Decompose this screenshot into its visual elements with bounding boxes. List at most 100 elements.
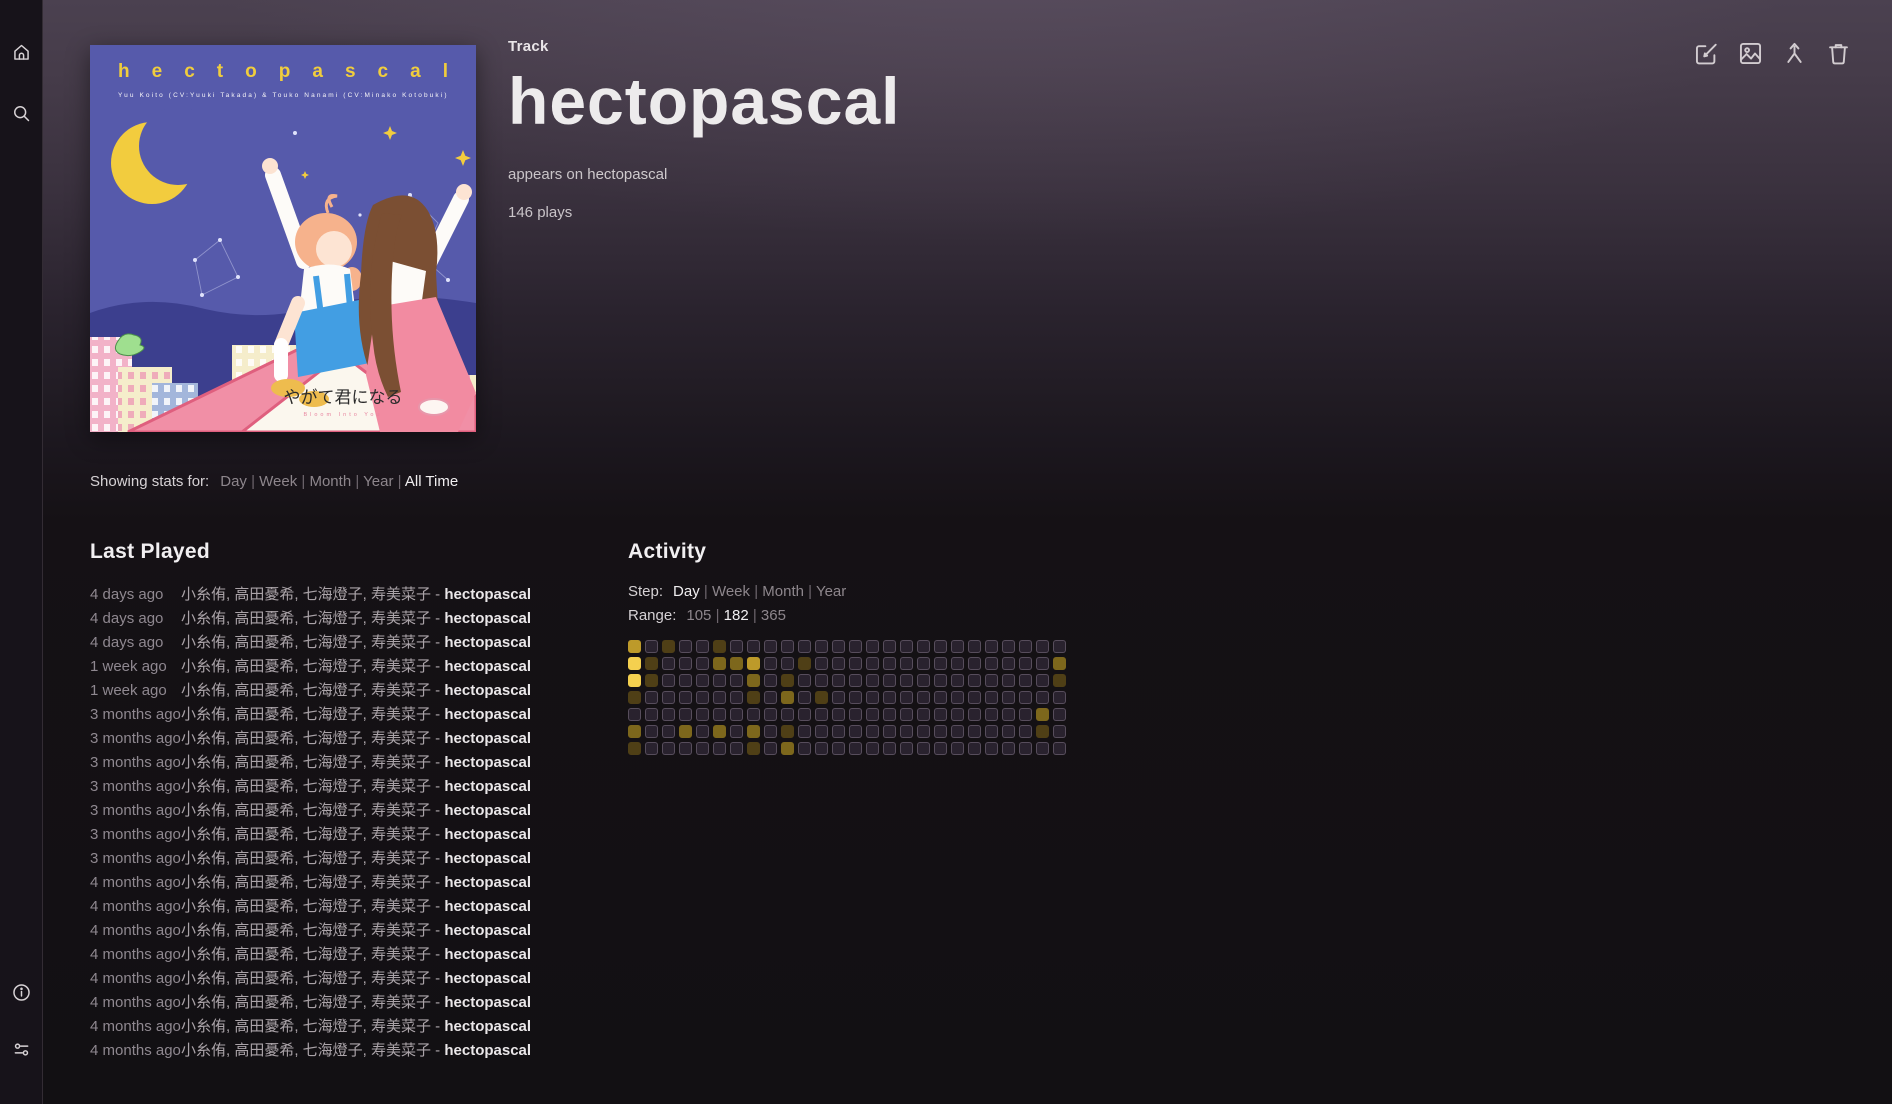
album-artwork[interactable]: やがて君になる Bloom Into You hectopascal Yuu K… [90, 45, 476, 432]
activity-cell[interactable] [1053, 725, 1066, 738]
activity-cell[interactable] [832, 742, 845, 755]
activity-cell[interactable] [747, 640, 760, 653]
scrobble-artists[interactable]: 小糸侑, 高田憂希, 七海燈子, 寿美菜子 [181, 586, 431, 603]
scrobble-track[interactable]: hectopascal [444, 1018, 531, 1035]
scrobble-track[interactable]: hectopascal [444, 706, 531, 723]
scrobble-artists[interactable]: 小糸侑, 高田憂希, 七海燈子, 寿美菜子 [181, 826, 431, 843]
scrobble-artists[interactable]: 小糸侑, 高田憂希, 七海燈子, 寿美菜子 [181, 682, 431, 699]
activity-cell[interactable] [968, 674, 981, 687]
activity-cell[interactable] [662, 708, 675, 721]
activity-cell[interactable] [883, 640, 896, 653]
activity-cell[interactable] [968, 708, 981, 721]
activity-cell[interactable] [628, 674, 641, 687]
activity-cell[interactable] [730, 674, 743, 687]
activity-cell[interactable] [696, 657, 709, 670]
scrobble-track[interactable]: hectopascal [444, 802, 531, 819]
activity-cell[interactable] [679, 742, 692, 755]
activity-cell[interactable] [679, 691, 692, 704]
activity-cell[interactable] [798, 657, 811, 670]
activity-cell[interactable] [1036, 691, 1049, 704]
activity-cell[interactable] [934, 691, 947, 704]
activity-cell[interactable] [1053, 657, 1066, 670]
activity-cell[interactable] [713, 742, 726, 755]
step-option-year[interactable]: Year [816, 583, 846, 600]
activity-cell[interactable] [900, 674, 913, 687]
activity-cell[interactable] [883, 657, 896, 670]
activity-cell[interactable] [798, 691, 811, 704]
activity-cell[interactable] [1002, 725, 1015, 738]
activity-cell[interactable] [883, 674, 896, 687]
info-icon[interactable] [11, 982, 32, 1003]
activity-cell[interactable] [662, 742, 675, 755]
image-icon[interactable] [1737, 40, 1764, 67]
activity-cell[interactable] [1002, 742, 1015, 755]
scrobble-artists[interactable]: 小糸侑, 高田憂希, 七海燈子, 寿美菜子 [181, 1042, 431, 1059]
scrobble-track[interactable]: hectopascal [444, 874, 531, 891]
activity-cell[interactable] [1019, 742, 1032, 755]
activity-cell[interactable] [798, 742, 811, 755]
activity-cell[interactable] [951, 708, 964, 721]
activity-cell[interactable] [747, 725, 760, 738]
activity-cell[interactable] [934, 674, 947, 687]
activity-cell[interactable] [934, 742, 947, 755]
album-link[interactable]: hectopascal [587, 166, 667, 183]
scrobble-track[interactable]: hectopascal [444, 754, 531, 771]
activity-cell[interactable] [900, 725, 913, 738]
edit-icon[interactable] [1693, 40, 1720, 67]
activity-cell[interactable] [747, 657, 760, 670]
activity-cell[interactable] [951, 640, 964, 653]
activity-cell[interactable] [917, 640, 930, 653]
scrobble-track[interactable]: hectopascal [444, 850, 531, 867]
activity-cell[interactable] [917, 674, 930, 687]
activity-cell[interactable] [883, 725, 896, 738]
scrobble-artists[interactable]: 小糸侑, 高田憂希, 七海燈子, 寿美菜子 [181, 802, 431, 819]
scrobble-track[interactable]: hectopascal [444, 778, 531, 795]
scrobble-artists[interactable]: 小糸侑, 高田憂希, 七海燈子, 寿美菜子 [181, 634, 431, 651]
activity-cell[interactable] [679, 725, 692, 738]
activity-cell[interactable] [1019, 657, 1032, 670]
activity-cell[interactable] [1002, 674, 1015, 687]
scrobble-track[interactable]: hectopascal [444, 826, 531, 843]
activity-cell[interactable] [968, 640, 981, 653]
activity-cell[interactable] [764, 657, 777, 670]
activity-cell[interactable] [883, 691, 896, 704]
activity-cell[interactable] [662, 640, 675, 653]
activity-cell[interactable] [628, 657, 641, 670]
scrobble-artists[interactable]: 小糸侑, 高田憂希, 七海燈子, 寿美菜子 [181, 994, 431, 1011]
activity-cell[interactable] [849, 708, 862, 721]
activity-cell[interactable] [662, 725, 675, 738]
activity-cell[interactable] [849, 674, 862, 687]
step-option-week[interactable]: Week [712, 583, 750, 600]
activity-cell[interactable] [1053, 674, 1066, 687]
activity-cell[interactable] [645, 657, 658, 670]
activity-cell[interactable] [645, 674, 658, 687]
activity-cell[interactable] [764, 674, 777, 687]
activity-cell[interactable] [662, 657, 675, 670]
activity-cell[interactable] [662, 674, 675, 687]
scrobble-artists[interactable]: 小糸侑, 高田憂希, 七海燈子, 寿美菜子 [181, 946, 431, 963]
activity-cell[interactable] [730, 691, 743, 704]
activity-cell[interactable] [696, 691, 709, 704]
activity-cell[interactable] [696, 708, 709, 721]
activity-cell[interactable] [832, 674, 845, 687]
activity-cell[interactable] [934, 640, 947, 653]
activity-cell[interactable] [849, 725, 862, 738]
activity-cell[interactable] [849, 742, 862, 755]
activity-cell[interactable] [628, 742, 641, 755]
stats-option-year[interactable]: Year [363, 473, 393, 490]
activity-cell[interactable] [628, 708, 641, 721]
activity-cell[interactable] [832, 725, 845, 738]
activity-cell[interactable] [628, 691, 641, 704]
activity-cell[interactable] [951, 657, 964, 670]
activity-cell[interactable] [781, 708, 794, 721]
activity-cell[interactable] [866, 657, 879, 670]
scrobble-artists[interactable]: 小糸侑, 高田憂希, 七海燈子, 寿美菜子 [181, 754, 431, 771]
activity-cell[interactable] [798, 708, 811, 721]
scrobble-artists[interactable]: 小糸侑, 高田憂希, 七海燈子, 寿美菜子 [181, 658, 431, 675]
activity-cell[interactable] [713, 640, 726, 653]
activity-cell[interactable] [849, 657, 862, 670]
activity-cell[interactable] [917, 657, 930, 670]
activity-cell[interactable] [900, 691, 913, 704]
activity-cell[interactable] [815, 708, 828, 721]
activity-cell[interactable] [747, 708, 760, 721]
